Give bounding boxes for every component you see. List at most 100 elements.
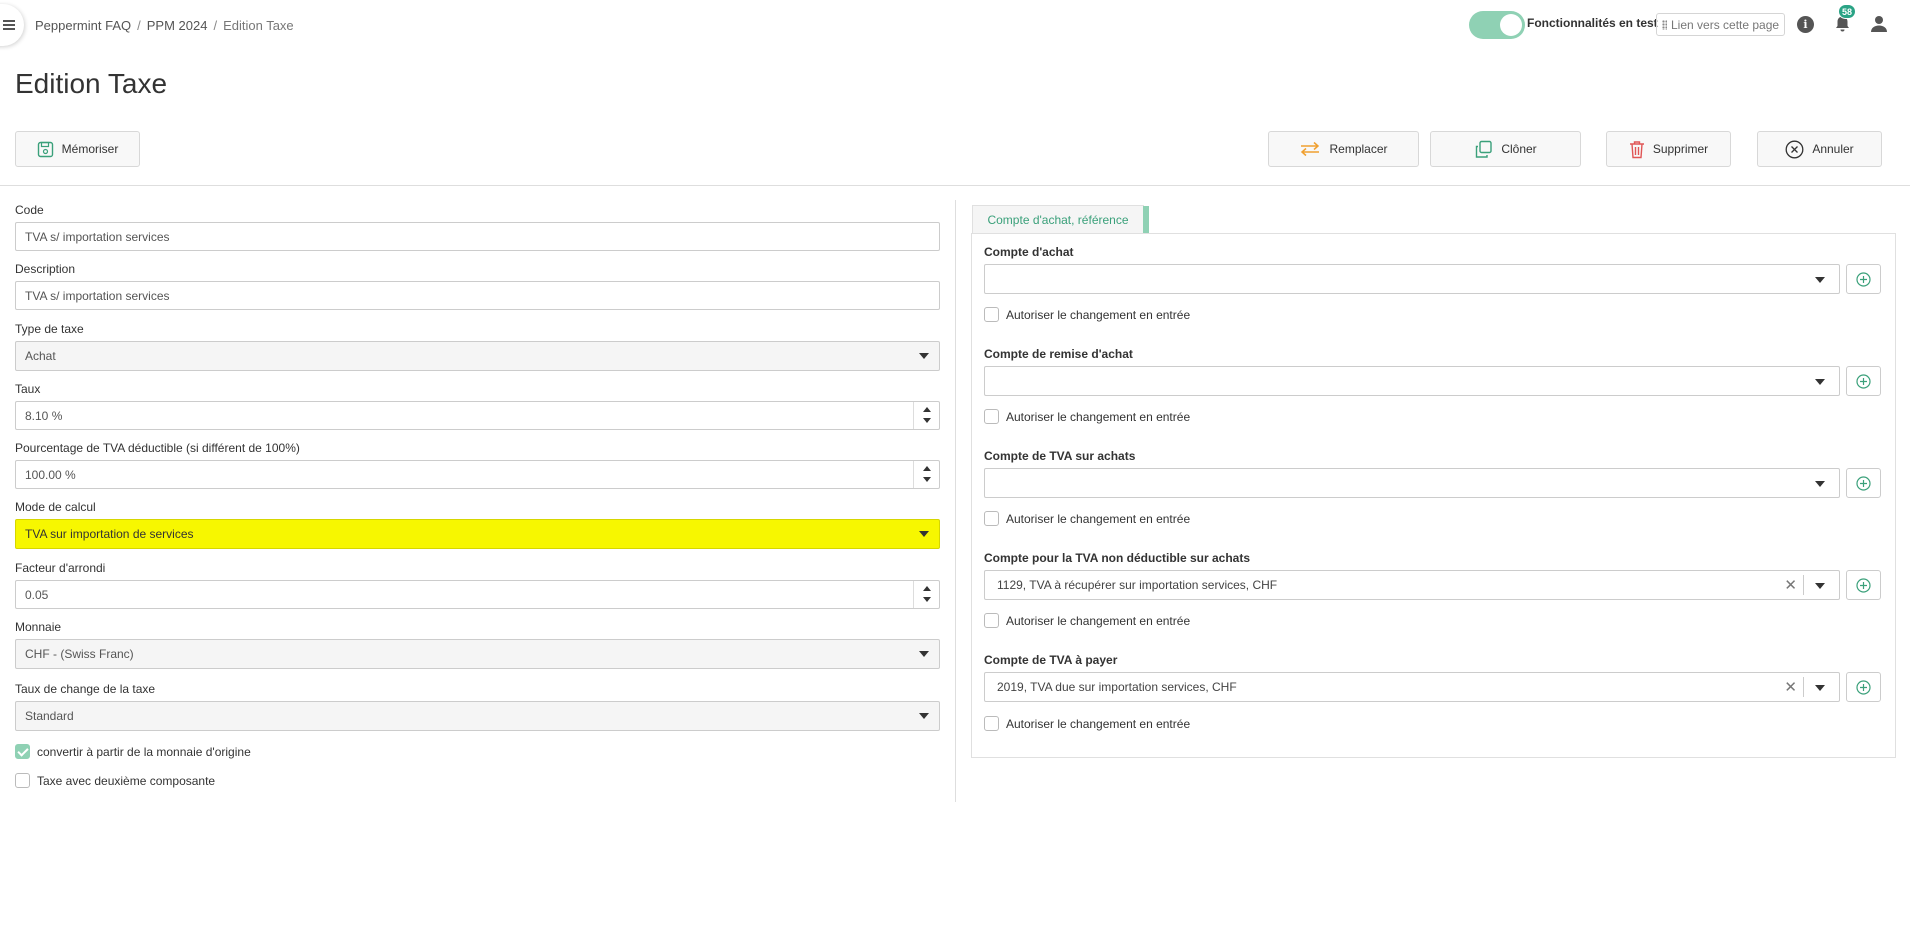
purchase-discount-account-select[interactable]	[984, 366, 1840, 396]
description-label: Description	[15, 262, 76, 276]
add-vat-payable-account-button[interactable]	[1846, 672, 1881, 702]
grip-icon	[1662, 19, 1667, 30]
exchange-rate-select[interactable]: Standard	[15, 701, 940, 731]
purchase-discount-allow-change-label: Autoriser le changement en entrée	[1006, 410, 1191, 424]
breadcrumb-separator: /	[137, 18, 141, 33]
chevron-down-icon	[1815, 481, 1825, 487]
close-icon[interactable]: ✕	[1784, 576, 1797, 594]
tab-accent	[1143, 206, 1149, 234]
cancel-button[interactable]: Annuler	[1757, 131, 1882, 167]
plus-circle-icon	[1856, 679, 1871, 695]
purchase-vat-account-label: Compte de TVA sur achats	[984, 449, 1136, 463]
deductible-spinner[interactable]	[913, 461, 939, 488]
rate-spinner[interactable]	[913, 402, 939, 429]
code-label: Code	[15, 203, 44, 217]
add-purchase-account-button[interactable]	[1846, 264, 1881, 294]
add-purchase-discount-account-button[interactable]	[1846, 366, 1881, 396]
arrow-down-icon	[923, 477, 931, 482]
purchase-account-select[interactable]	[984, 264, 1840, 294]
code-value: TVA s/ importation services	[25, 229, 170, 244]
convert-checkbox[interactable]	[15, 744, 30, 759]
tab-purchase-account[interactable]: Compte d'achat, référence	[972, 205, 1149, 234]
user-icon[interactable]	[1870, 15, 1888, 33]
replace-button[interactable]: Remplacer	[1268, 131, 1419, 167]
arrow-down-icon	[923, 597, 931, 602]
deductible-stepper[interactable]: 100.00 %	[15, 460, 940, 489]
arrow-up-icon	[923, 466, 931, 471]
rate-label: Taux	[15, 382, 41, 396]
purchase-allow-change-label: Autoriser le changement en entrée	[1006, 308, 1191, 322]
breadcrumb-current: Edition Taxe	[223, 18, 294, 33]
non-deductible-vat-account-select[interactable]: 1129, TVA à récupérer sur importation se…	[984, 570, 1840, 600]
tax-type-value: Achat	[25, 349, 56, 363]
breadcrumb: Peppermint FAQ / PPM 2024 / Edition Taxe	[35, 18, 294, 33]
vat-payable-allow-change-label: Autoriser le changement en entrée	[1006, 717, 1191, 731]
plus-circle-icon	[1856, 475, 1871, 491]
save-button[interactable]: Mémoriser	[15, 131, 140, 167]
second-component-checkbox-label: Taxe avec deuxième composante	[37, 774, 216, 788]
cancel-button-label: Annuler	[1812, 142, 1854, 156]
currency-value: CHF - (Swiss Franc)	[25, 647, 134, 661]
exchange-rate-value: Standard	[25, 709, 74, 723]
select-separator	[1803, 575, 1804, 595]
code-input[interactable]: TVA s/ importation services	[15, 222, 940, 251]
arrow-up-icon	[923, 407, 931, 412]
calc-mode-select[interactable]: TVA sur importation de services	[15, 519, 940, 549]
add-purchase-vat-account-button[interactable]	[1846, 468, 1881, 498]
chevron-down-icon	[1815, 277, 1825, 283]
circle-x-icon	[1785, 140, 1804, 158]
rounding-label: Facteur d'arrondi	[15, 561, 106, 575]
tab-purchase-account-label: Compte d'achat, référence	[987, 212, 1129, 227]
rounding-spinner[interactable]	[913, 581, 939, 608]
chevron-down-icon	[1815, 379, 1825, 385]
currency-select[interactable]: CHF - (Swiss Franc)	[15, 639, 940, 669]
feature-toggle[interactable]	[1469, 11, 1525, 39]
currency-label: Monnaie	[15, 620, 62, 634]
deductible-label: Pourcentage de TVA déductible (si différ…	[15, 441, 300, 455]
add-non-deductible-vat-account-button[interactable]	[1846, 570, 1881, 600]
toggle-knob	[1500, 14, 1522, 36]
breadcrumb-item-ppm-2024[interactable]: PPM 2024	[147, 18, 208, 33]
toolbar-divider	[0, 185, 1910, 186]
rate-stepper[interactable]: 8.10 %	[15, 401, 940, 430]
replace-button-label: Remplacer	[1329, 142, 1388, 156]
rounding-stepper[interactable]: 0.05	[15, 580, 940, 609]
close-icon[interactable]: ✕	[1784, 678, 1797, 696]
description-value: TVA s/ importation services	[25, 288, 170, 303]
top-bar: Peppermint FAQ / PPM 2024 / Edition Taxe Fon…	[0, 0, 1910, 50]
exchange-rate-label: Taux de change de la taxe	[15, 682, 156, 696]
purchase-vat-allow-change-checkbox[interactable]	[984, 511, 999, 526]
chevron-down-icon	[919, 651, 929, 657]
notification-badge: 58	[1838, 4, 1857, 19]
tax-type-label: Type de taxe	[15, 322, 84, 336]
purchase-discount-account-label: Compte de remise d'achat	[984, 347, 1133, 361]
delete-button-label: Supprimer	[1652, 142, 1709, 156]
trash-icon	[1629, 140, 1644, 158]
clone-button-label: Clôner	[1501, 142, 1537, 156]
purchase-allow-change-checkbox[interactable]	[984, 307, 999, 322]
vat-payable-allow-change-checkbox[interactable]	[984, 716, 999, 731]
second-component-checkbox[interactable]	[15, 773, 30, 788]
vat-payable-account-label: Compte de TVA à payer	[984, 653, 1118, 667]
non-deductible-vat-allow-change-checkbox[interactable]	[984, 613, 999, 628]
arrow-up-icon	[923, 586, 931, 591]
purchase-vat-account-select[interactable]	[984, 468, 1840, 498]
page-link-button[interactable]: Lien vers cette page	[1656, 13, 1785, 36]
breadcrumb-item-peppermint-faq[interactable]: Peppermint FAQ	[35, 18, 131, 33]
purchase-vat-allow-change-label: Autoriser le changement en entrée	[1006, 512, 1191, 526]
breadcrumb-separator: /	[213, 18, 218, 33]
vat-payable-account-select[interactable]: 2019, TVA due sur importation services, …	[984, 672, 1840, 702]
column-divider	[955, 200, 956, 802]
info-icon[interactable]: i	[1797, 16, 1814, 33]
purchase-discount-allow-change-checkbox[interactable]	[984, 409, 999, 424]
select-separator	[1803, 677, 1804, 697]
hamburger-icon[interactable]	[0, 4, 24, 46]
chevron-down-icon	[919, 713, 929, 719]
chevron-down-icon	[919, 531, 929, 537]
clone-button[interactable]: Clôner	[1430, 131, 1581, 167]
chevron-down-icon	[1815, 685, 1825, 691]
rate-value: 8.10 %	[25, 408, 63, 423]
description-input[interactable]: TVA s/ importation services	[15, 281, 940, 310]
tax-type-select[interactable]: Achat	[15, 341, 940, 371]
delete-button[interactable]: Supprimer	[1606, 131, 1731, 167]
